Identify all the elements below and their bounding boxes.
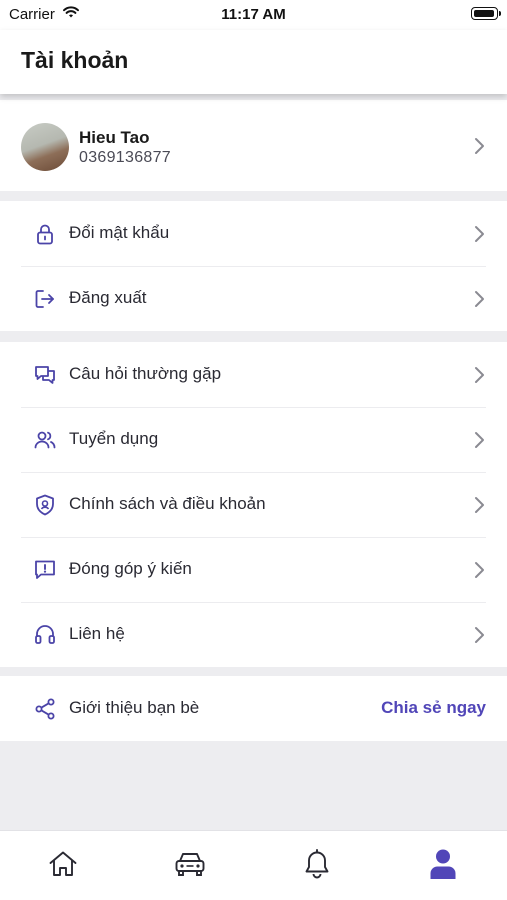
share-icon bbox=[35, 698, 55, 720]
account-section: Đổi mật khẩu Đăng xuất bbox=[0, 201, 507, 331]
menu-item-recruitment[interactable]: Tuyển dụng bbox=[0, 407, 507, 472]
menu-item-contact[interactable]: Liên hệ bbox=[0, 602, 507, 667]
profile-phone: 0369136877 bbox=[79, 149, 171, 166]
menu-item-feedback[interactable]: Đóng góp ý kiến bbox=[0, 537, 507, 602]
chat-bubbles-icon bbox=[35, 366, 55, 384]
chevron-right-icon bbox=[475, 367, 484, 383]
status-time: 11:17 AM bbox=[221, 6, 286, 23]
menu-item-label: Giới thiệu bạn bè bbox=[69, 698, 200, 717]
menu-item-invite-friends[interactable]: Giới thiệu bạn bè Chia sẻ ngay bbox=[0, 676, 507, 741]
lock-icon bbox=[37, 224, 53, 245]
chevron-right-icon bbox=[475, 562, 484, 578]
tab-car[interactable] bbox=[170, 847, 210, 881]
chevron-right-icon bbox=[475, 226, 484, 242]
chevron-right-icon bbox=[475, 432, 484, 448]
tab-home[interactable] bbox=[43, 847, 83, 881]
bottom-tab-bar bbox=[0, 830, 507, 900]
battery-icon bbox=[471, 7, 501, 20]
user-icon bbox=[430, 849, 456, 879]
menu-item-policy[interactable]: Chính sách và điều khoản bbox=[0, 472, 507, 537]
nav-header: Tài khoản bbox=[0, 30, 507, 94]
menu-item-change-password[interactable]: Đổi mật khẩu bbox=[0, 201, 507, 266]
info-section: Câu hỏi thường gặp Tuyển dụng Chính sách… bbox=[0, 342, 507, 667]
menu-item-label: Câu hỏi thường gặp bbox=[69, 364, 222, 383]
chevron-right-icon bbox=[475, 138, 484, 154]
profile-card[interactable]: Hieu Tao 0369136877 bbox=[0, 100, 507, 191]
share-now-button[interactable]: Chia sẻ ngay bbox=[381, 698, 486, 718]
status-bar: Carrier 11:17 AM bbox=[0, 0, 507, 30]
car-icon bbox=[175, 853, 205, 876]
home-icon bbox=[49, 851, 77, 876]
menu-item-logout[interactable]: Đăng xuất bbox=[0, 266, 507, 331]
tab-account[interactable] bbox=[423, 847, 463, 881]
bell-icon bbox=[305, 849, 329, 879]
headset-icon bbox=[35, 625, 55, 644]
menu-item-label: Đóng góp ý kiến bbox=[69, 559, 192, 578]
page-title: Tài khoản bbox=[21, 47, 129, 73]
feedback-icon bbox=[35, 560, 55, 579]
profile-name: Hieu Tao bbox=[79, 128, 150, 147]
chevron-right-icon bbox=[475, 627, 484, 643]
tab-notifications[interactable] bbox=[297, 847, 337, 881]
chevron-right-icon bbox=[475, 291, 484, 307]
users-icon bbox=[34, 431, 56, 449]
menu-item-label: Chính sách và điều khoản bbox=[69, 494, 266, 513]
menu-item-label: Liên hệ bbox=[69, 624, 125, 643]
logout-icon bbox=[35, 290, 54, 308]
avatar bbox=[21, 123, 69, 171]
menu-item-label: Đổi mật khẩu bbox=[69, 223, 170, 242]
menu-item-label: Tuyển dụng bbox=[69, 429, 159, 448]
menu-item-faq[interactable]: Câu hỏi thường gặp bbox=[0, 342, 507, 407]
chevron-right-icon bbox=[475, 497, 484, 513]
shield-icon bbox=[36, 494, 54, 516]
share-section: Giới thiệu bạn bè Chia sẻ ngay bbox=[0, 676, 507, 741]
menu-item-label: Đăng xuất bbox=[69, 288, 147, 307]
